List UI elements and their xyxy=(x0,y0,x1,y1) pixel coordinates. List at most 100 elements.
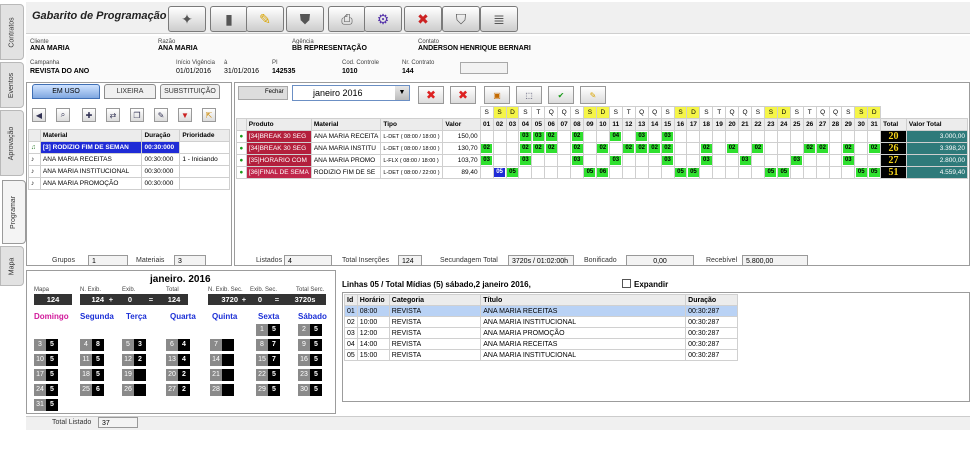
day-cell[interactable]: 05 xyxy=(867,166,882,179)
tab-lixeira[interactable]: LIXEIRA xyxy=(104,84,156,99)
day-cell[interactable] xyxy=(699,166,714,179)
calendar-day[interactable]: 17 5 xyxy=(34,369,58,381)
calendar-day[interactable]: 26 xyxy=(122,384,146,396)
day-cell[interactable]: 05 xyxy=(505,166,520,179)
calendar-day[interactable]: 64 xyxy=(166,339,190,351)
day-cell[interactable]: 05 xyxy=(582,166,597,179)
day-cell[interactable] xyxy=(608,142,623,155)
calendar-day[interactable]: 15 7 xyxy=(256,354,280,366)
day-cell[interactable] xyxy=(854,154,869,167)
remove-insertions-button[interactable]: ✖ xyxy=(418,86,444,104)
day-cell[interactable] xyxy=(673,154,688,167)
calendar-day[interactable]: 11 5 xyxy=(80,354,104,366)
edit-material-button[interactable]: ✎ xyxy=(154,108,168,122)
calendar-day[interactable]: 35 xyxy=(34,339,58,351)
settings-button[interactable]: ⚙ xyxy=(364,6,402,32)
side-tab-aprovacao[interactable]: Aprovação xyxy=(0,110,24,176)
day-cell[interactable] xyxy=(725,166,740,179)
calendar-day[interactable]: 10 5 xyxy=(34,354,58,366)
day-cell[interactable]: 02 xyxy=(570,142,584,155)
copy-button[interactable]: ❐ xyxy=(130,108,144,122)
day-cell[interactable]: 03 xyxy=(531,130,546,143)
edit-schedule-button[interactable]: ✎ xyxy=(580,86,606,104)
day-cell[interactable] xyxy=(828,166,843,179)
day-cell[interactable] xyxy=(815,166,830,179)
calendar-day[interactable]: 25 6 xyxy=(80,384,104,396)
day-cell[interactable] xyxy=(673,142,688,155)
day-cell[interactable] xyxy=(712,142,727,155)
day-cell[interactable] xyxy=(802,166,817,179)
day-cell[interactable]: 02 xyxy=(750,142,765,155)
calendar-day[interactable]: 28 xyxy=(210,384,234,396)
table-row[interactable]: 04 14:00 REVISTA ANA MARIA RECEITAS 00:30:28… xyxy=(344,338,738,350)
day-cell[interactable] xyxy=(841,166,856,179)
volume-button[interactable]: ◀ xyxy=(32,108,46,122)
day-cell[interactable]: 06 xyxy=(595,166,610,179)
day-cell[interactable] xyxy=(608,166,623,179)
day-cell[interactable] xyxy=(634,166,649,179)
day-cell[interactable]: 05 xyxy=(776,166,791,179)
day-cell[interactable] xyxy=(712,130,727,143)
calendar-day[interactable]: 48 xyxy=(80,339,104,351)
day-cell[interactable]: 05 xyxy=(492,166,507,179)
calendar-day[interactable]: 16 5 xyxy=(298,354,322,366)
calendar-day[interactable]: 20 2 xyxy=(166,369,190,381)
day-cell[interactable]: 02 xyxy=(479,142,494,155)
day-cell[interactable] xyxy=(776,142,791,155)
remove-all-button[interactable]: ✖ xyxy=(450,86,476,104)
day-cell[interactable] xyxy=(750,154,765,167)
day-cell[interactable]: 03 xyxy=(789,154,804,167)
day-cell[interactable]: 03 xyxy=(634,130,649,143)
calendar-day[interactable]: 31 5 xyxy=(34,399,58,411)
day-cell[interactable]: 02 xyxy=(841,142,856,155)
calendar-day[interactable]: 87 xyxy=(256,339,280,351)
day-cell[interactable]: 02 xyxy=(531,142,546,155)
calendar-day[interactable]: 7 xyxy=(210,339,234,351)
day-cell[interactable] xyxy=(815,130,830,143)
day-cell[interactable] xyxy=(505,142,520,155)
shield-button[interactable]: ⛉ xyxy=(442,6,480,32)
calendar-day[interactable]: 25 xyxy=(298,324,322,336)
day-cell[interactable] xyxy=(505,154,520,167)
day-cell[interactable] xyxy=(621,130,636,143)
month-select[interactable]: janeiro 2016 ▼ xyxy=(292,85,410,101)
day-cell[interactable] xyxy=(557,142,572,155)
day-cell[interactable] xyxy=(686,154,701,167)
calendar-day[interactable]: 53 xyxy=(122,339,146,351)
day-cell[interactable] xyxy=(621,154,636,167)
day-cell[interactable] xyxy=(557,154,572,167)
calendar-day[interactable]: 23 5 xyxy=(298,369,322,381)
day-cell[interactable] xyxy=(595,154,610,167)
calendar-day[interactable]: 12 2 xyxy=(122,354,146,366)
calendar-day[interactable]: 18 5 xyxy=(80,369,104,381)
day-cell[interactable] xyxy=(492,130,507,143)
day-cell[interactable] xyxy=(544,166,559,179)
chevron-down-icon[interactable]: ▼ xyxy=(395,86,409,100)
day-cell[interactable] xyxy=(763,142,778,155)
list-button[interactable]: ≣ xyxy=(480,6,518,32)
day-cell[interactable]: 03 xyxy=(518,130,533,143)
document-button[interactable]: ▮ xyxy=(210,6,248,32)
day-cell[interactable] xyxy=(492,142,507,155)
edit-button[interactable]: ✎ xyxy=(246,6,284,32)
day-cell[interactable] xyxy=(750,130,765,143)
day-cell[interactable]: 03 xyxy=(699,154,714,167)
table-row[interactable]: ♪ ANA MARIA RECEITAS 00:30:000 1 - Inici… xyxy=(28,153,230,166)
day-cell[interactable]: 02 xyxy=(660,142,675,155)
day-cell[interactable]: 02 xyxy=(867,142,882,155)
day-cell[interactable] xyxy=(479,166,494,179)
side-tab-eventos[interactable]: Eventos xyxy=(0,62,24,108)
table-row[interactable]: 01 08:00 REVISTA ANA MARIA RECEITAS 00:30:28… xyxy=(344,305,738,317)
open-button[interactable]: ▣ xyxy=(484,86,510,104)
day-cell[interactable] xyxy=(802,154,817,167)
replace-button[interactable]: ⇄ xyxy=(106,108,120,122)
day-cell[interactable]: 02 xyxy=(634,142,649,155)
day-cell[interactable] xyxy=(763,154,778,167)
day-cell[interactable] xyxy=(776,130,791,143)
calendar-day[interactable]: 19 xyxy=(122,369,146,381)
check-button[interactable]: ✔ xyxy=(548,86,574,104)
day-cell[interactable]: 03 xyxy=(738,154,752,167)
day-cell[interactable] xyxy=(725,130,740,143)
day-cell[interactable]: 02 xyxy=(595,142,610,155)
table-row[interactable]: ♪ ANA MARIA PROMOÇÃO 00:30:000 xyxy=(28,177,230,190)
